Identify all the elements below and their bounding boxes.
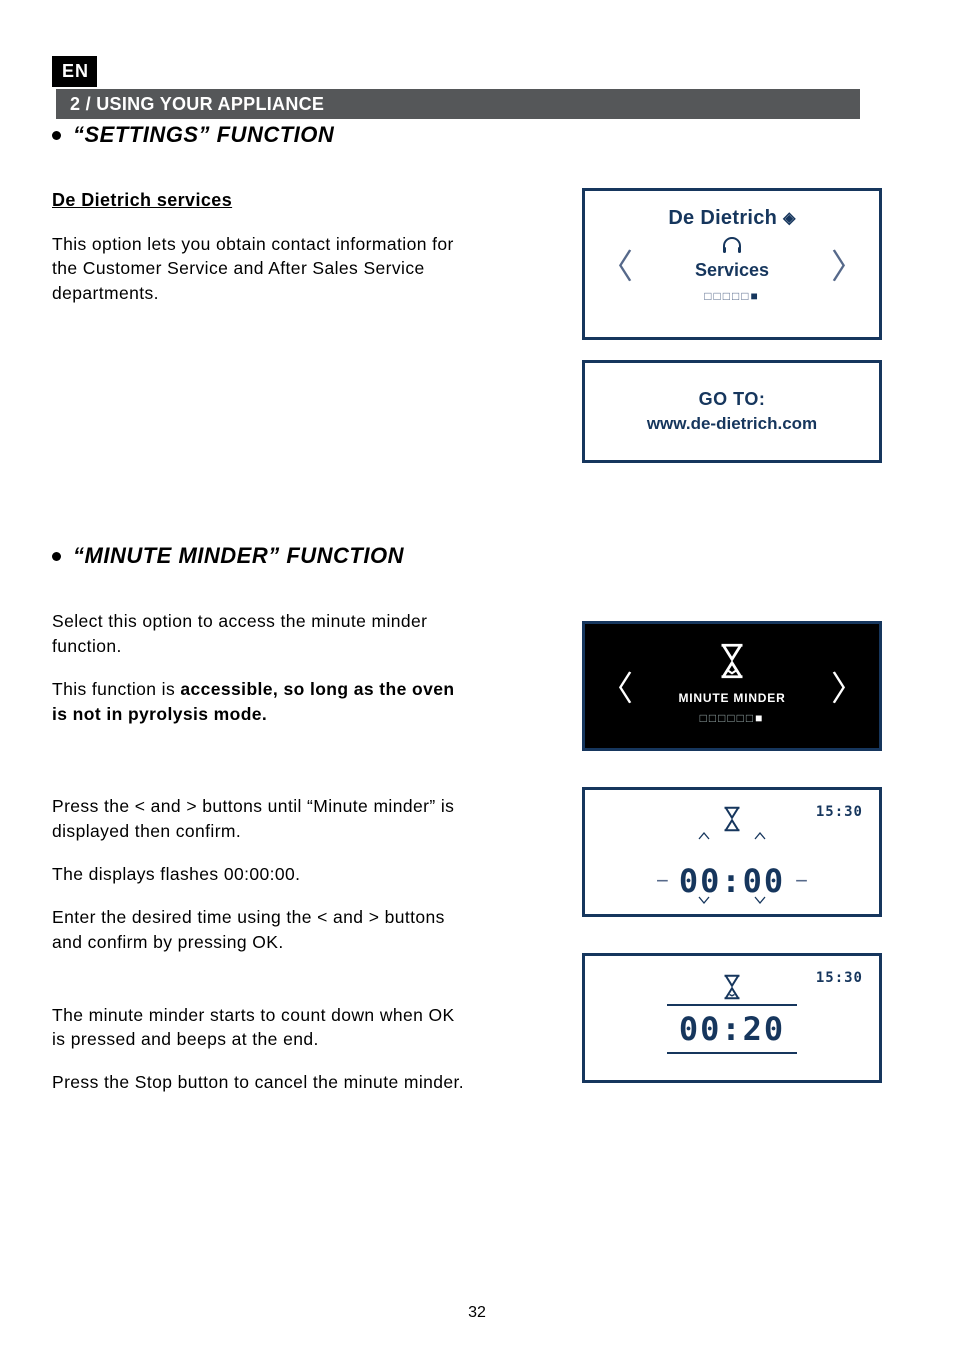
minute-p5: The minute minder starts to count down w…: [52, 1003, 466, 1053]
clock-label: 15:30: [816, 970, 863, 986]
minute-minder-run-screen: 15:30 00:20: [582, 953, 882, 1083]
hourglass-icon: [711, 640, 753, 682]
minute-minder-set-screen: 15:30 − 00:00 −: [582, 787, 882, 917]
minute-p6: Press the Stop button to cancel the minu…: [52, 1070, 466, 1095]
clock-label: 15:30: [816, 804, 863, 820]
chevron-right-icon[interactable]: 〉: [831, 240, 865, 289]
minute-minder-heading-text: “MINUTE MINDER” FUNCTION: [73, 543, 404, 569]
language-badge: EN: [52, 56, 97, 87]
decrement-icon[interactable]: −: [656, 868, 669, 894]
goto-screen: GO TO: www.de-dietrich.com: [582, 360, 882, 463]
section-bar: 2 / USING YOUR APPLIANCE: [56, 89, 860, 119]
set-time-value: 00:00: [679, 862, 785, 900]
brand-diamond-icon: ◈: [783, 208, 796, 228]
settings-heading-text: “SETTINGS” FUNCTION: [73, 122, 334, 148]
services-progress: □□□□□■: [585, 289, 879, 303]
increment-arrow-icon[interactable]: [754, 832, 766, 840]
headset-icon: [720, 234, 744, 258]
minute-minder-progress: □□□□□□■: [585, 711, 879, 725]
minute-minder-select-screen: 〈 〉 MINUTE MINDER □□□□□□■: [582, 621, 882, 751]
minute-p1b: This function is accessible, so long as …: [52, 677, 466, 727]
run-time-value: 00:20: [585, 1010, 879, 1048]
minute-p2: Press the < and > buttons until “Minute …: [52, 794, 466, 844]
page-number: 32: [0, 1304, 954, 1322]
services-screen: 〈 〉 De Dietrich ◈ Services □□□□□■: [582, 188, 882, 340]
increment-arrow-icon[interactable]: [698, 832, 710, 840]
goto-url: www.de-dietrich.com: [595, 414, 869, 434]
chevron-right-icon[interactable]: 〉: [831, 662, 865, 711]
settings-description: This option lets you obtain contact info…: [52, 232, 466, 307]
page-header: EN 2 / USING YOUR APPLIANCE: [52, 56, 902, 92]
increment-icon[interactable]: −: [795, 868, 808, 894]
minute-p1a: Select this option to access the minute …: [52, 609, 466, 659]
decrement-arrow-icon[interactable]: [754, 896, 766, 904]
settings-heading: “SETTINGS” FUNCTION: [52, 122, 902, 148]
minute-minder-heading: “MINUTE MINDER” FUNCTION: [52, 543, 902, 569]
dedietrich-services-subheading: De Dietrich services: [52, 188, 466, 214]
goto-title: GO TO:: [595, 389, 869, 410]
minute-p3: The displays flashes 00:00:00.: [52, 862, 466, 887]
chevron-left-icon[interactable]: 〈: [599, 240, 633, 289]
bullet-icon: [52, 552, 61, 561]
chevron-left-icon[interactable]: 〈: [599, 662, 633, 711]
bullet-icon: [52, 131, 61, 140]
minute-p4: Enter the desired time using the < and >…: [52, 905, 466, 955]
decrement-arrow-icon[interactable]: [698, 896, 710, 904]
brand-label: De Dietrich ◈: [585, 207, 879, 230]
